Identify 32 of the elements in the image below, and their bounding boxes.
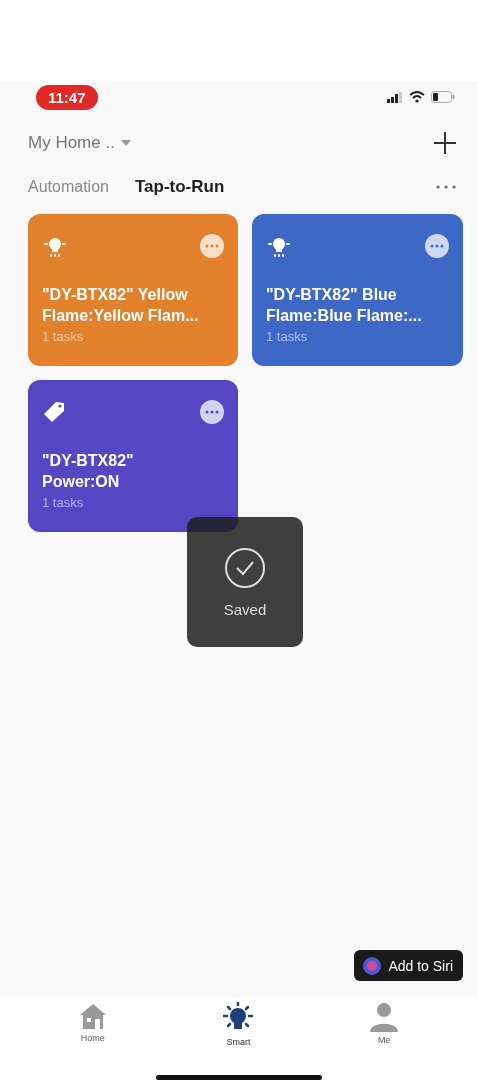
tag-icon bbox=[42, 400, 66, 424]
more-button[interactable] bbox=[200, 400, 224, 424]
add-to-siri-button[interactable]: Add to Siri bbox=[354, 950, 463, 981]
more-button[interactable] bbox=[435, 184, 457, 190]
scene-title: "DY-BTX82" Blue Flame:Blue Flame:... bbox=[266, 285, 423, 326]
signal-icon bbox=[387, 91, 403, 103]
tab-bar-item[interactable]: Smart bbox=[203, 1001, 274, 1047]
scene-title: "DY-BTX82" Power:ON bbox=[42, 451, 135, 492]
wifi-icon bbox=[409, 91, 425, 103]
plus-icon bbox=[433, 131, 457, 155]
home-selector[interactable]: My Home .. bbox=[28, 133, 131, 153]
status-time: 11:47 bbox=[36, 84, 98, 110]
scene-title: "DY-BTX82" Yellow Flame:Yellow Flam... bbox=[42, 285, 200, 326]
tab-bar-item[interactable]: Me bbox=[349, 1001, 420, 1047]
ellipsis-icon bbox=[205, 244, 219, 248]
caret-icon bbox=[120, 140, 131, 146]
scene-card[interactable]: "DY-BTX82" Blue Flame:Blue Flame:... 1 tasks bbox=[252, 214, 463, 366]
ellipsis-icon bbox=[435, 184, 457, 190]
scene-card[interactable]: "DY-BTX82" Power:ON 1 tasks bbox=[28, 380, 238, 532]
add-button[interactable] bbox=[433, 131, 457, 155]
ellipsis-icon bbox=[430, 244, 444, 248]
toast-message: Saved bbox=[223, 600, 267, 618]
battery-icon bbox=[431, 91, 455, 103]
ellipsis-icon bbox=[205, 410, 219, 414]
checkmark-icon bbox=[224, 546, 266, 589]
more-button[interactable] bbox=[425, 234, 449, 258]
task-count: 1 tasks bbox=[42, 495, 85, 510]
task-count: 1 tasks bbox=[42, 329, 85, 344]
tab-bar-item[interactable]: Home bbox=[57, 1001, 128, 1047]
task-count: 1 tasks bbox=[266, 329, 309, 344]
tab[interactable]: Tap-to-Run bbox=[134, 177, 225, 197]
siri-icon bbox=[362, 955, 383, 976]
